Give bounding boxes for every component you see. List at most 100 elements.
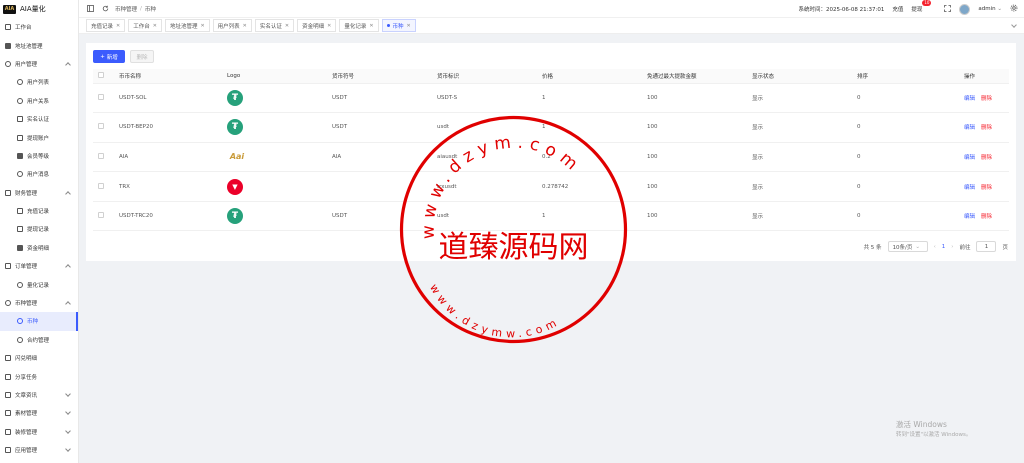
close-icon[interactable]: ✕ [327, 23, 331, 29]
sidebar-item[interactable]: 提现账户 [0, 128, 78, 146]
sidebar-item[interactable]: 用户管理 [0, 55, 78, 73]
sidebar-item-label: 实名认证 [27, 117, 50, 124]
recharge-link[interactable]: 充值 [892, 5, 903, 13]
close-icon[interactable]: ✕ [243, 23, 247, 29]
delete-button[interactable]: 删除 [981, 125, 992, 131]
cell-actions: 编辑 删除 [964, 171, 1009, 202]
goto-page-input[interactable]: 1 [976, 241, 997, 252]
table-header-row: 币币名称 Logo 货币符号 货币标识 价格 免通过最大提款金额 显示状态 排序… [93, 69, 1009, 84]
close-icon[interactable]: ✕ [369, 23, 373, 29]
sidebar-item[interactable]: 合约管理 [0, 331, 78, 349]
edit-button[interactable]: 编辑 [964, 96, 975, 102]
tab[interactable]: 币种 ✕ [381, 19, 416, 32]
monitor-icon [5, 24, 11, 31]
sidebar-item[interactable]: 工作台 [0, 18, 78, 36]
sidebar-item[interactable]: 应用管理 [0, 441, 78, 459]
close-icon[interactable]: ✕ [285, 23, 289, 29]
close-icon[interactable]: ✕ [116, 23, 120, 29]
settings-gear-icon[interactable] [1010, 4, 1018, 14]
folder-icon [17, 226, 23, 233]
tab[interactable]: 量化记录 ✕ [339, 19, 379, 32]
tab[interactable]: 工作台 ✕ [128, 19, 162, 32]
sidebar-item[interactable]: 分享任务 [0, 367, 78, 385]
edit-button[interactable]: 编辑 [964, 185, 975, 191]
sidebar-item[interactable]: 币种 [0, 312, 78, 332]
chevron-down-icon [65, 390, 71, 397]
delete-button[interactable]: 删除 [981, 155, 992, 161]
table-row: USDT-SOL ₮ USDT USDT-S 1 100 显示 0 编辑 删除 [93, 83, 1009, 114]
sidebar-item-label: 资金明细 [27, 245, 50, 252]
cell-status: 显示 [752, 201, 857, 232]
breadcrumb-item[interactable]: 币种管理 [115, 5, 137, 13]
row-checkbox[interactable] [98, 212, 104, 219]
fullscreen-icon[interactable] [944, 4, 952, 14]
row-checkbox[interactable] [98, 93, 104, 100]
sidebar-item[interactable]: 币种管理 [0, 294, 78, 312]
cell-actions: 编辑 删除 [964, 112, 1009, 143]
add-button[interactable]: + 新增 [93, 50, 125, 63]
tab[interactable]: 充值记录 ✕ [86, 19, 126, 32]
app-logo[interactable]: AIA AIA量化 [0, 0, 78, 18]
close-icon[interactable]: ✕ [153, 23, 157, 29]
chevron-down-icon: ⌄ [997, 6, 1002, 12]
sidebar-item[interactable]: 地址池管理 [0, 36, 78, 54]
cell-max: 100 [647, 201, 752, 232]
sidebar-item[interactable]: 财务管理 [0, 184, 78, 202]
page-size-select[interactable]: 10条/页 ⌄ [887, 241, 928, 252]
sidebar-item[interactable]: 用户列表 [0, 73, 78, 91]
row-checkbox[interactable] [98, 123, 104, 130]
sidebar-item[interactable]: 会员等级 [0, 147, 78, 165]
row-checkbox-cell [93, 142, 119, 173]
batch-delete-button[interactable]: 删除 [130, 50, 154, 63]
edit-button[interactable]: 编辑 [964, 214, 975, 220]
sidebar-item[interactable]: 素材管理 [0, 404, 78, 422]
stamp-center-text: 道臻源码网 [439, 230, 589, 265]
row-checkbox[interactable] [98, 182, 104, 189]
edit-button[interactable]: 编辑 [964, 125, 975, 131]
stamp-top-text: www.dzym.com [419, 132, 586, 239]
collapse-menu-icon[interactable] [87, 5, 94, 12]
chevron-down-icon: ⌄ [915, 243, 921, 250]
sidebar-item[interactable]: 用户关系 [0, 92, 78, 110]
sidebar-item[interactable]: 资金明细 [0, 239, 78, 257]
sidebar-item[interactable]: 充值记录 [0, 202, 78, 220]
activation-subtitle: 转到"设置"以激活 Windows。 [896, 432, 972, 438]
edit-button[interactable]: 编辑 [964, 155, 975, 161]
sidebar-item[interactable]: 文章资讯 [0, 386, 78, 404]
page-number[interactable]: 1 [942, 244, 946, 250]
pagination: 共 5 条 10条/页 ⌄ ‹ 1 › 前往 1 页 [864, 241, 1008, 252]
tab[interactable]: 用户列表 ✕ [212, 19, 252, 32]
sidebar-item[interactable]: 提现记录 [0, 220, 78, 238]
close-icon[interactable]: ✕ [200, 23, 204, 29]
select-all-checkbox[interactable] [98, 71, 104, 78]
cell-max: 100 [647, 112, 752, 143]
withdraw-link[interactable]: 提现 10 [911, 0, 932, 13]
tabs-dropdown-chevron-icon[interactable] [1011, 22, 1017, 28]
sidebar-item-label: 闪兑明细 [15, 356, 38, 363]
sidebar-item[interactable]: 闪兑明细 [0, 349, 78, 367]
sidebar-item[interactable]: 实名认证 [0, 110, 78, 128]
row-checkbox[interactable] [98, 152, 104, 159]
delete-button[interactable]: 删除 [981, 96, 992, 102]
sidebar-item[interactable]: 用户消息 [0, 165, 78, 183]
tab[interactable]: 地址池管理 ✕ [164, 19, 210, 32]
close-icon[interactable]: ✕ [407, 23, 411, 29]
sidebar-item[interactable]: 订单管理 [0, 257, 78, 275]
tab[interactable]: 实名认证 ✕ [254, 19, 295, 32]
user-menu[interactable]: admin ⌄ [978, 6, 1002, 12]
withdraw-label: 提现 [911, 7, 923, 13]
usdt-logo-icon: ₮ [227, 119, 243, 136]
sidebar-item[interactable]: 量化记录 [0, 275, 78, 293]
refresh-icon[interactable] [102, 5, 109, 12]
delete-button[interactable]: 删除 [981, 185, 992, 191]
next-page-icon[interactable]: › [951, 244, 953, 250]
col-name: 币币名称 [119, 69, 227, 84]
avatar[interactable] [959, 3, 971, 15]
tab[interactable]: 资金明细 ✕ [297, 19, 337, 32]
sidebar-item[interactable]: 装修管理 [0, 423, 78, 441]
delete-button[interactable]: 删除 [981, 214, 992, 220]
sidebar-item-label: 合约管理 [27, 337, 50, 344]
prev-page-icon[interactable]: ‹ [934, 244, 936, 250]
cell-sort: 0 [857, 83, 964, 114]
total-count: 共 5 条 [863, 244, 882, 251]
